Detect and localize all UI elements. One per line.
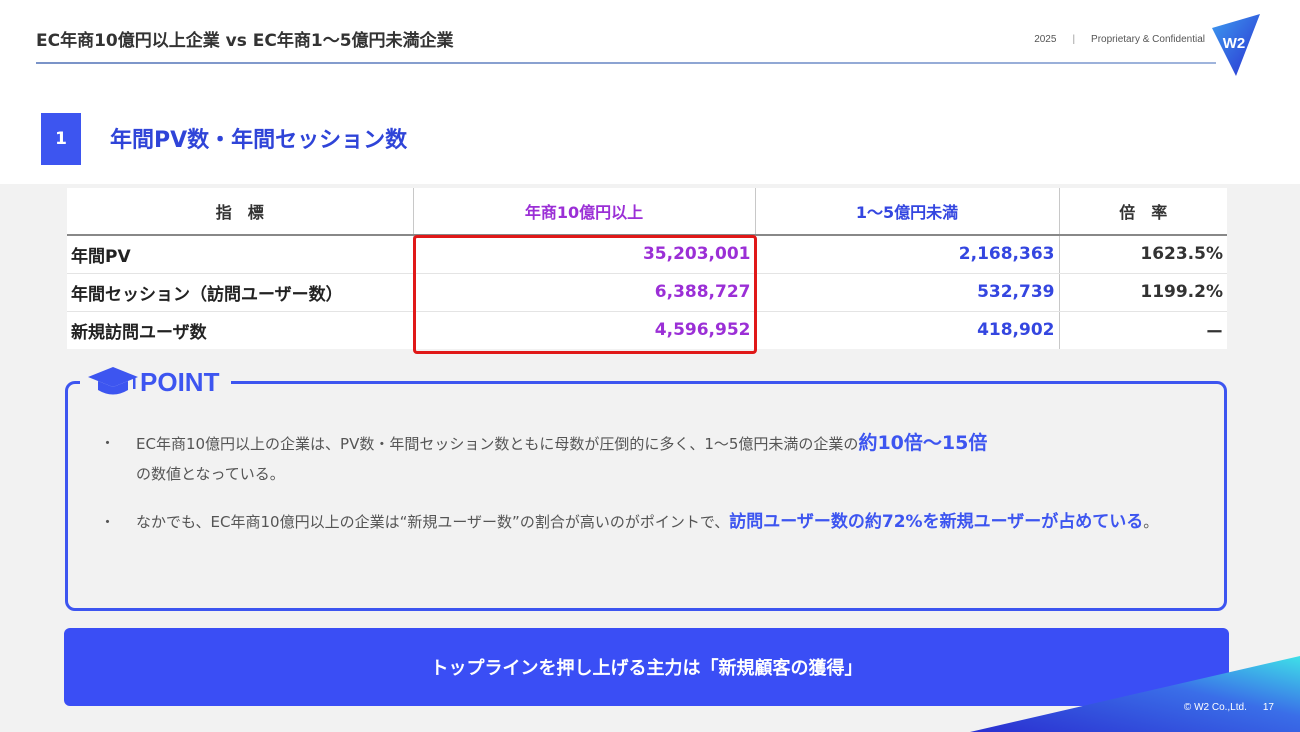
header-large-companies: 年商10億円以上 <box>413 188 756 236</box>
bullet-text: なかでも、EC年商10億円以上の企業は“新規ユーザー数”の割合が高いのがポイント… <box>136 513 730 531</box>
copyright-text: © W2 Co.,Ltd. <box>1183 702 1247 713</box>
header-divider <box>36 62 1216 64</box>
table-header-row: 指 標 年商10億円以上 1～5億円未満 倍 率 <box>67 188 1227 236</box>
metric-label: 年間セッション（訪問ユーザー数） <box>67 273 414 312</box>
corner-decoration <box>970 656 1300 732</box>
metrics-table: 指 標 年商10億円以上 1～5億円未満 倍 率 年間PV 35,203,001… <box>67 188 1227 349</box>
metric-label: 年間PV <box>67 235 414 274</box>
header-meta: 2025 | Proprietary & Confidential <box>1034 34 1205 45</box>
point-title: POINT <box>140 366 220 397</box>
table-row: 年間セッション（訪問ユーザー数） 6,388,727 532,739 1199.… <box>67 273 1227 312</box>
bullet-mark: ・ <box>100 513 116 531</box>
logo-text: W2 <box>1223 35 1246 52</box>
header-confidential: Proprietary & Confidential <box>1091 34 1205 45</box>
small-company-value: 532,739 <box>755 273 1060 312</box>
ratio-value: ー <box>1206 322 1223 343</box>
ratio-value: 1623.5% <box>1059 235 1227 274</box>
small-company-value: 418,902 <box>755 311 1060 349</box>
header-ratio: 倍 率 <box>1059 188 1227 236</box>
small-company-value: 2,168,363 <box>755 235 1060 274</box>
section-title: 年間PV数・年間セッション数 <box>110 128 408 153</box>
bullet-text: EC年商10億円以上の企業は、PV数・年間セッション数ともに母数が圧倒的に多く、… <box>136 435 859 453</box>
point-label: POINT <box>80 362 232 402</box>
page-number: 17 <box>1262 702 1274 713</box>
w2-logo-icon: W2 <box>1212 14 1260 76</box>
metric-label: 新規訪問ユーザ数 <box>67 311 414 349</box>
header-year: 2025 <box>1034 34 1057 45</box>
large-company-value: 4,596,952 <box>413 311 756 349</box>
bullet-text-after: の数値となっている。 <box>136 465 285 483</box>
bullet-emphasis: 約10倍～15倍 <box>858 432 988 454</box>
header-small-companies: 1～5億円未満 <box>755 188 1060 236</box>
copyright: © W2 Co.,Ltd. 17 <box>1184 702 1274 713</box>
bullet-mark: ・ <box>100 434 116 452</box>
bullet-emphasis: 訪問ユーザー数の約72%を新規ユーザーが占めている <box>729 512 1144 532</box>
header-separator: | <box>1072 34 1076 45</box>
graduation-cap-icon <box>88 367 138 395</box>
table-row: 年間PV 35,203,001 2,168,363 1623.5% <box>67 235 1227 274</box>
list-item: ・ EC年商10億円以上の企業は、PV数・年間セッション数ともに母数が圧倒的に多… <box>100 428 1200 489</box>
bullet-text-after: 。 <box>1143 513 1159 531</box>
point-bullets: ・ EC年商10億円以上の企業は、PV数・年間セッション数ともに母数が圧倒的に多… <box>100 428 1200 555</box>
slide-title: EC年商10億円以上企業 vs EC年商1～5億円未満企業 <box>36 31 454 51</box>
ratio-value: 1199.2% <box>1059 273 1227 312</box>
large-company-value: 35,203,001 <box>413 235 756 274</box>
large-company-value: 6,388,727 <box>413 273 756 312</box>
header-metric: 指 標 <box>67 188 414 236</box>
section-number: 1 <box>41 113 81 165</box>
list-item: ・ なかでも、EC年商10億円以上の企業は“新規ユーザー数”の割合が高いのがポイ… <box>100 507 1200 537</box>
table-row: 新規訪問ユーザ数 4,596,952 418,902 ー <box>67 311 1227 349</box>
